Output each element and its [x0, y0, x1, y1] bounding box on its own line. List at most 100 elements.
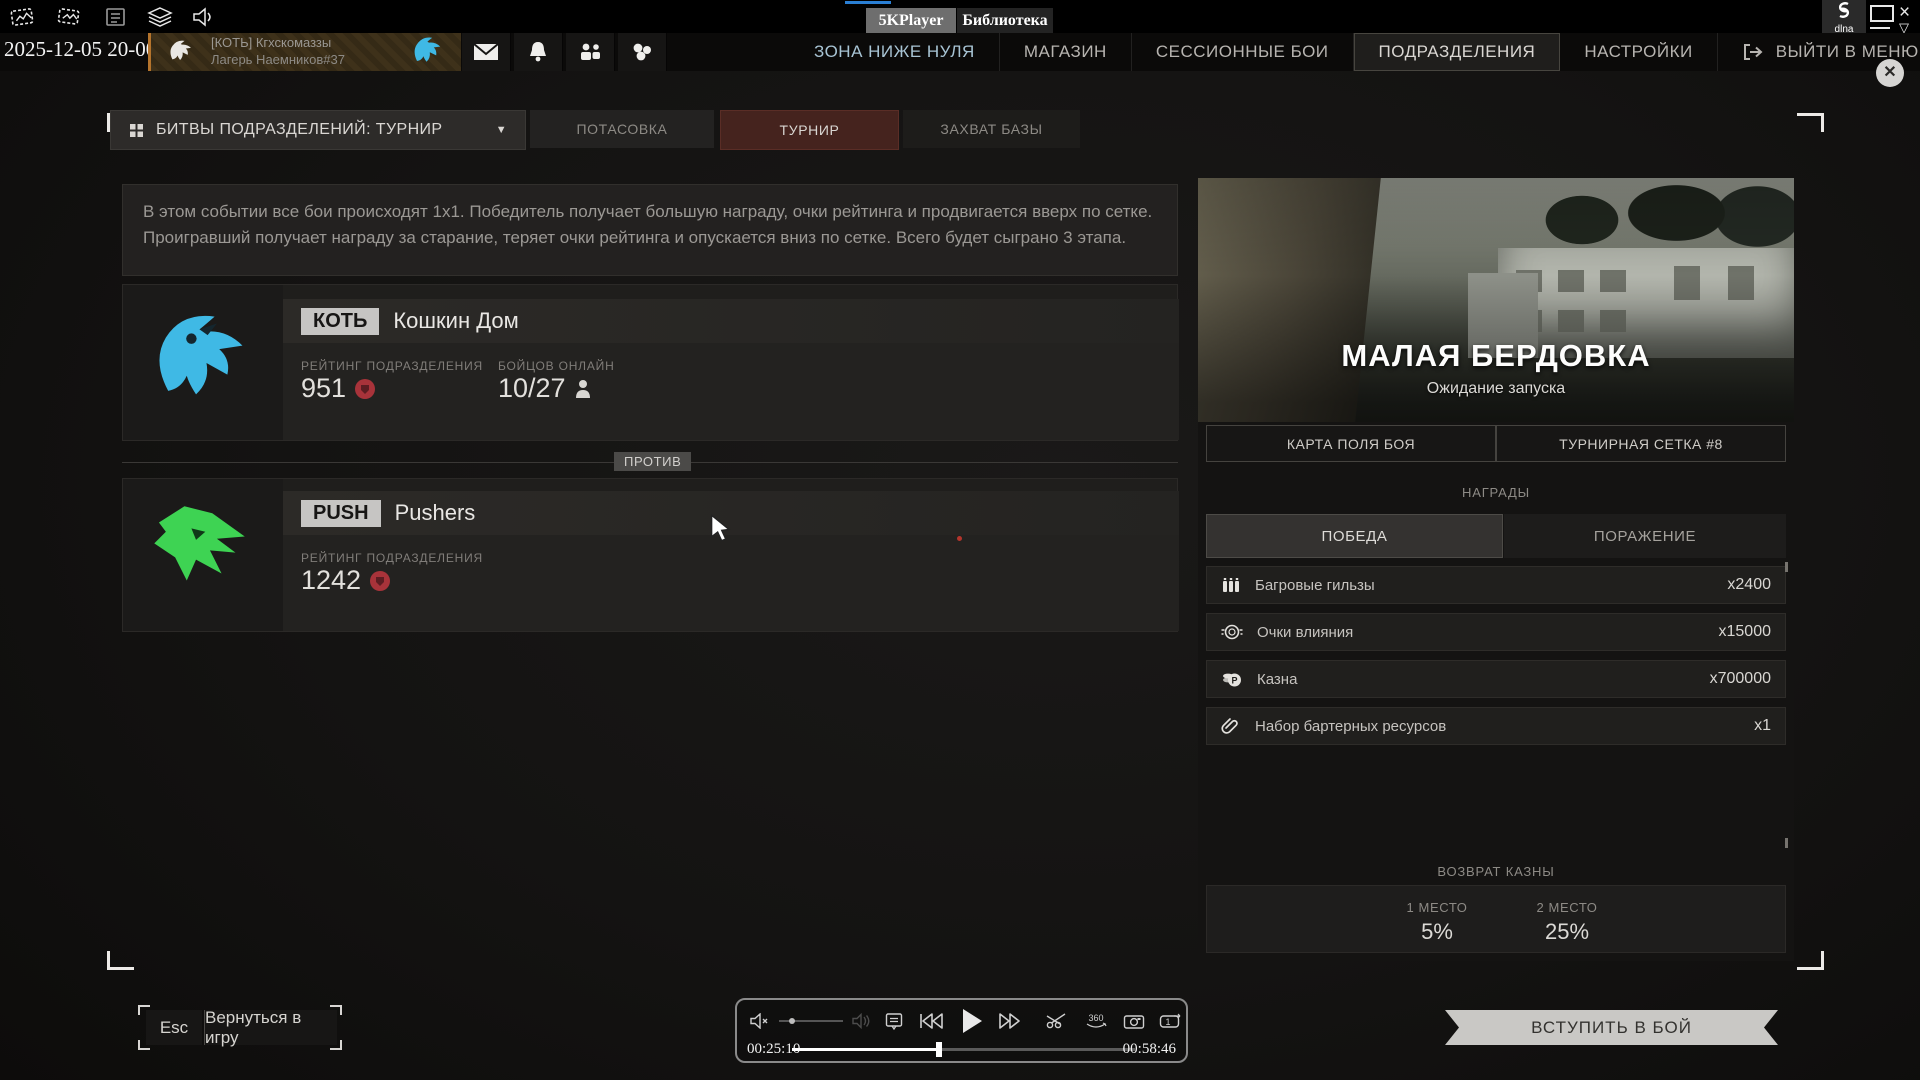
- friends-icon: [581, 43, 600, 60]
- scrollbar-top[interactable]: [1785, 562, 1788, 572]
- map-preview: МАЛАЯ БЕРДОВКА Ожидание запуска: [1198, 178, 1794, 422]
- screenshot-icon[interactable]: [10, 6, 36, 28]
- clan-banner-camp: Лагерь Наемников#37: [211, 52, 345, 67]
- tab-tournament[interactable]: ТУРНИР: [720, 110, 899, 150]
- team1-rating-value: 951: [301, 373, 347, 403]
- rewind-button[interactable]: [919, 1012, 945, 1030]
- chevron-down-icon: ▼: [495, 124, 507, 136]
- barter-kit-icon: [1221, 718, 1238, 734]
- nav-settings[interactable]: НАСТРОЙКИ: [1560, 33, 1718, 71]
- red-dot-marker: [957, 536, 962, 541]
- cut-button[interactable]: [1045, 1012, 1067, 1030]
- maximize-button[interactable]: [1870, 5, 1894, 22]
- frame-corner-bottom-right: [1797, 951, 1824, 970]
- bell-icon: [530, 42, 546, 62]
- tab-brawl[interactable]: ПОТАСОВКА: [530, 110, 714, 148]
- event-description: В этом событии все бои происходят 1х1. П…: [122, 184, 1178, 276]
- clan-eagle-icon: [170, 40, 191, 61]
- team2-stats: РЕЙТИНГ ПОДРАЗДЕЛЕНИЯ 1242: [283, 535, 1179, 631]
- player-titlebar: 5KPlayer Библиотека dlna × ▽: [0, 0, 1920, 35]
- nav-units[interactable]: ПОДРАЗДЕЛЕНИЯ: [1353, 33, 1561, 71]
- event-title: БИТВЫ ПОДРАЗДЕЛЕНИЙ: ТУРНИР: [156, 121, 443, 138]
- media-controls: 360 1 00:25:10 00:58:46: [735, 998, 1188, 1063]
- frame-corner-bottom-left: [107, 951, 134, 970]
- team-card-push[interactable]: PUSH Pushers РЕЙТИНГ ПОДРАЗДЕЛЕНИЯ 1242: [122, 478, 1179, 632]
- team1-stats: РЕЙТИНГ ПОДРАЗДЕЛЕНИЯ 951 БОЙЦОВ ОНЛАЙН …: [283, 343, 1179, 440]
- crimson-casings-icon: [1223, 578, 1239, 592]
- dlna-button[interactable]: dlna: [1822, 0, 1866, 35]
- reward-row[interactable]: P Казна x700000: [1206, 660, 1786, 698]
- reward-count: x1: [1754, 717, 1771, 734]
- dlna-icon: [1838, 2, 1850, 18]
- vs-label: ПРОТИВ: [614, 452, 692, 471]
- scrollbar-bottom[interactable]: [1785, 838, 1788, 848]
- return-to-game-button[interactable]: Вернуться в игру: [204, 1008, 337, 1047]
- reward-row[interactable]: Очки влияния x15000: [1206, 613, 1786, 651]
- screen: 5KPlayer Библиотека dlna × ▽ 2025-12-05 …: [0, 0, 1920, 1080]
- person-icon: [575, 379, 590, 398]
- sound-icon[interactable]: [190, 6, 216, 28]
- seek-handle[interactable]: [936, 1042, 943, 1057]
- join-battle-button[interactable]: ВСТУПИТЬ В БОЙ: [1445, 1010, 1778, 1045]
- team1-online-label: БОЙЦОВ ОНЛАЙН: [498, 359, 615, 373]
- nav-zone-below-zero[interactable]: ЗОНА НИЖЕ НУЛЯ: [790, 33, 1000, 71]
- vs-divider: ПРОТИВ: [122, 452, 1178, 472]
- tab-defeat[interactable]: ПОРАЖЕНИЕ: [1504, 514, 1786, 558]
- tournament-bracket-button[interactable]: ТУРНИРНАЯ СЕТКА #8: [1496, 425, 1786, 462]
- close-overlay-button[interactable]: ✕: [1876, 59, 1904, 87]
- tab-base-capture[interactable]: ЗАХВАТ БАЗЫ: [903, 110, 1080, 148]
- volume-slider[interactable]: [779, 1018, 843, 1024]
- play-button[interactable]: [961, 1008, 983, 1034]
- seek-bar[interactable]: [792, 1042, 1135, 1057]
- refund-header: ВОЗВРАТ КАЗНЫ: [1437, 864, 1555, 879]
- rewards-header: НАГРАДЫ: [1462, 485, 1530, 500]
- volume-loud-icon[interactable]: [851, 1013, 871, 1029]
- reward-row[interactable]: Набор бартерных ресурсов x1: [1206, 707, 1786, 745]
- tab-library[interactable]: Библиотека: [957, 8, 1053, 34]
- nav-shop[interactable]: МАГАЗИН: [1000, 33, 1132, 71]
- tab-5kplayer[interactable]: 5KPlayer: [866, 8, 956, 34]
- frame-step-button[interactable]: 1: [1159, 1012, 1183, 1030]
- clan-flame-eagle-icon: [414, 37, 441, 62]
- team2-emblem: [123, 479, 283, 631]
- mute-button[interactable]: [749, 1013, 769, 1029]
- team1-rating-label: РЕЙТИНГ ПОДРАЗДЕЛЕНИЯ: [301, 359, 483, 373]
- nav-session-battles[interactable]: СЕССИОННЫЕ БОИ: [1132, 33, 1354, 71]
- blue-eagle-emblem: [159, 315, 243, 394]
- subtitles-button[interactable]: [885, 1012, 903, 1030]
- layers-icon[interactable]: [147, 6, 173, 28]
- exit-icon: [1743, 44, 1763, 60]
- total-time: 00:58:46: [1122, 1041, 1176, 1057]
- reward-name: Багровые гильзы: [1255, 576, 1375, 594]
- notifications-button[interactable]: [514, 33, 563, 71]
- mail-button[interactable]: [462, 33, 511, 71]
- playlist-notes-icon[interactable]: [103, 6, 129, 28]
- fast-forward-button[interactable]: [997, 1012, 1023, 1030]
- map-title: МАЛАЯ БЕРДОВКА: [1341, 338, 1651, 373]
- screenshot-edit-icon[interactable]: [56, 6, 82, 28]
- clan-icon: [633, 43, 651, 61]
- clan-button[interactable]: [618, 33, 667, 71]
- friends-button[interactable]: [566, 33, 615, 71]
- snapshot-button[interactable]: [1123, 1012, 1145, 1030]
- clan-banner[interactable]: [КОТЬ] Кгхскомаззы Лагерь Наемников#37: [148, 33, 461, 71]
- team-card-koть[interactable]: КОТЬ Кошкин Дом РЕЙТИНГ ПОДРАЗДЕЛЕНИЯ 95…: [122, 284, 1179, 441]
- battlefield-map-button[interactable]: КАРТА ПОЛЯ БОЯ: [1206, 425, 1496, 462]
- rating-icon: [370, 570, 391, 591]
- team2-title-row: PUSH Pushers: [283, 491, 1179, 535]
- minimize-button[interactable]: [1870, 27, 1890, 29]
- team1-online-value: 10/27: [498, 373, 566, 403]
- refund-place-1: 1 МЕСТО 5%: [1406, 900, 1468, 944]
- team1-name: Кошкин Дом: [393, 308, 519, 333]
- treasury-icon: P: [1223, 673, 1241, 687]
- tab-victory[interactable]: ПОБЕДА: [1206, 514, 1503, 558]
- return-group: Esc Вернуться в игру: [138, 1005, 342, 1050]
- reward-count: x2400: [1727, 576, 1771, 593]
- rotate-360-button[interactable]: 360: [1083, 1012, 1109, 1030]
- rating-icon: [355, 378, 376, 399]
- team1-emblem: [123, 285, 283, 440]
- event-selector[interactable]: БИТВЫ ПОДРАЗДЕЛЕНИЙ: ТУРНИР ▼: [110, 110, 526, 150]
- match-panel: МАЛАЯ БЕРДОВКА Ожидание запуска КАРТА ПО…: [1198, 178, 1794, 961]
- esc-key-button[interactable]: Esc: [146, 1010, 202, 1045]
- reward-row[interactable]: Багровые гильзы x2400: [1206, 566, 1786, 604]
